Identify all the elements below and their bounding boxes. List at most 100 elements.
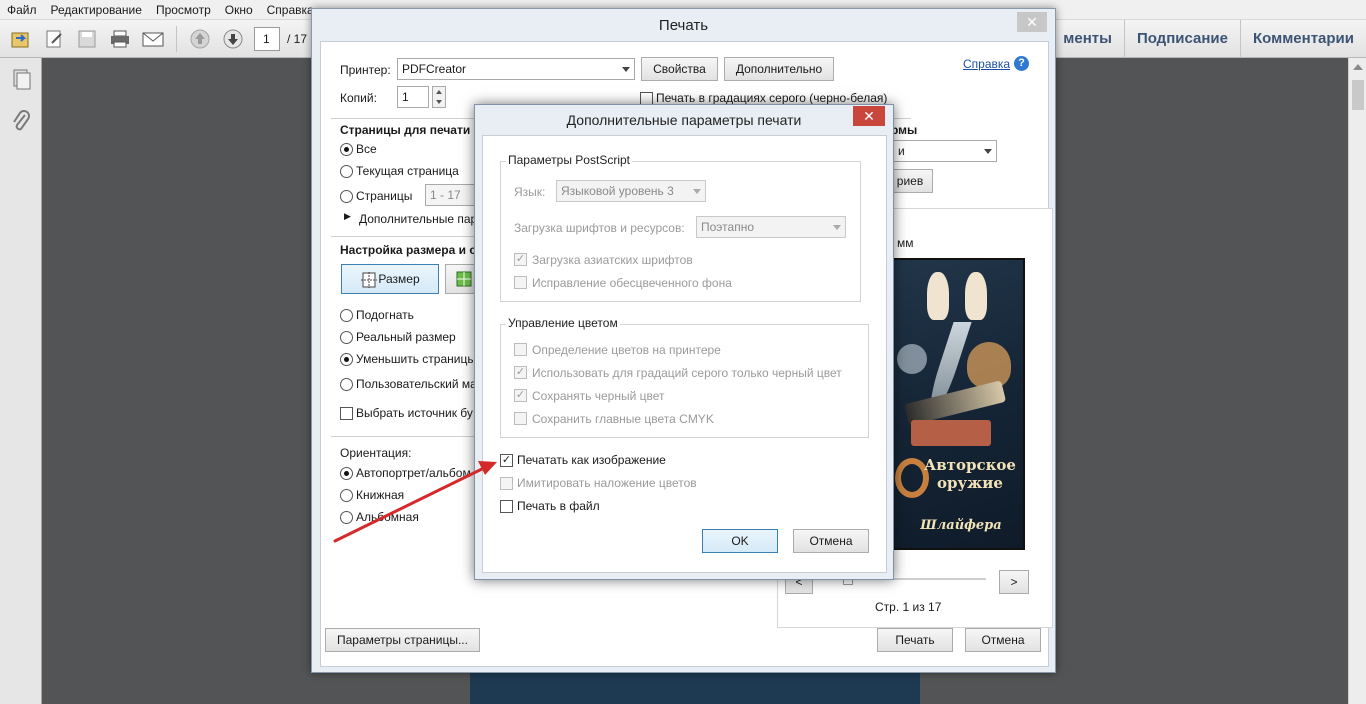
knife-decoration: [903, 380, 1007, 426]
font-download-select-value: Поэтапно: [701, 220, 754, 234]
more-options-label[interactable]: Дополнительные пар: [359, 212, 477, 226]
orientation-portrait-label: Книжная: [356, 488, 405, 502]
print-as-image-checkbox[interactable]: ✓: [500, 454, 513, 467]
edit-icon[interactable]: [42, 27, 68, 51]
pages-range-radio[interactable]: [340, 190, 353, 203]
preview-next-button[interactable]: >: [999, 570, 1029, 594]
pages-all-radio[interactable]: [340, 143, 353, 156]
menu-edit[interactable]: Редактирование: [44, 0, 149, 19]
custom-scale-label: Пользовательский ма: [356, 377, 477, 391]
print-to-file-checkbox[interactable]: [500, 500, 513, 513]
mm-label: мм: [897, 236, 914, 250]
base-decoration: [911, 420, 991, 446]
orientation-label: Ориентация:: [340, 446, 412, 460]
figure-decoration: [927, 272, 949, 320]
copies-input[interactable]: 1: [397, 86, 429, 108]
pages-range-label: Страницы: [356, 189, 413, 203]
bg-fix-checkbox[interactable]: [514, 276, 527, 289]
chevron-down-icon: [622, 67, 630, 72]
toolbar-separator: [176, 26, 177, 52]
postscript-group-title: Параметры PostScript: [506, 153, 632, 167]
navigation-panel: [0, 58, 42, 704]
print-to-file-label: Печать в файл: [517, 499, 600, 513]
size-section-title: Настройка размера и об: [340, 243, 485, 257]
vertical-scrollbar[interactable]: [1348, 58, 1366, 704]
menu-file[interactable]: Файл: [0, 0, 44, 19]
keep-cmyk-checkbox[interactable]: [514, 412, 527, 425]
open-file-icon[interactable]: [8, 27, 34, 51]
copies-spinner[interactable]: [432, 86, 446, 108]
attachment-paperclip-icon[interactable]: [10, 110, 32, 132]
printer-color-label: Определение цветов на принтере: [532, 343, 721, 357]
advanced-print-dialog: Дополнительные параметры печати ✕ Параме…: [474, 104, 894, 580]
page-setup-button[interactable]: Параметры страницы...: [325, 628, 480, 652]
pages-current-radio[interactable]: [340, 165, 353, 178]
font-download-select[interactable]: Поэтапно: [696, 216, 846, 238]
shrink-pages-label: Уменьшить страницы: [356, 352, 476, 366]
orientation-portrait-radio[interactable]: [340, 489, 353, 502]
printer-color-checkbox[interactable]: [514, 343, 527, 356]
forms-select[interactable]: и: [881, 140, 997, 162]
page-number-input[interactable]: 1: [254, 27, 280, 51]
advanced-dialog-body: Параметры PostScript Язык: Языковой уров…: [482, 135, 887, 573]
scroll-up-icon[interactable]: [1353, 64, 1363, 70]
cover-author: Шлайфера: [920, 518, 1002, 533]
size-button[interactable]: Размер: [341, 264, 439, 294]
grayscale-label: Печать в градациях серого (черно-белая): [656, 91, 888, 105]
tab-tools[interactable]: менты: [1050, 20, 1124, 58]
cover-title: Авторское оружие: [924, 456, 1016, 492]
paper-source-checkbox[interactable]: [340, 407, 353, 420]
print-as-image-label: Печатать как изображение: [517, 453, 666, 467]
scrollbar-thumb[interactable]: [1352, 80, 1364, 110]
advanced-button[interactable]: Дополнительно: [724, 57, 834, 81]
font-download-label: Загрузка шрифтов и ресурсов:: [514, 221, 685, 235]
email-icon[interactable]: [140, 27, 166, 51]
advanced-ok-button[interactable]: OK: [702, 529, 778, 553]
print-cancel-button[interactable]: Отмена: [965, 628, 1041, 652]
menu-window[interactable]: Окно: [218, 0, 260, 19]
menu-view[interactable]: Просмотр: [149, 0, 218, 19]
print-button[interactable]: Печать: [877, 628, 953, 652]
print-dialog-title: Печать: [658, 17, 709, 34]
actual-size-radio[interactable]: [340, 331, 353, 344]
save-icon[interactable]: [74, 27, 100, 51]
page-total: / 17: [287, 32, 308, 46]
advanced-cancel-button[interactable]: Отмена: [793, 529, 869, 553]
divider: [331, 236, 491, 237]
pages-thumbnail-icon[interactable]: [10, 68, 32, 90]
orientation-landscape-label: Альбомная: [356, 510, 419, 524]
language-select[interactable]: Языковой уровень 3: [556, 180, 706, 202]
properties-button[interactable]: Свойства: [641, 57, 718, 81]
print-icon[interactable]: [107, 27, 133, 51]
asian-fonts-checkbox[interactable]: ✓: [514, 253, 527, 266]
keep-black-checkbox[interactable]: ✓: [514, 389, 527, 402]
paper-source-label: Выбрать источник бу: [356, 406, 473, 420]
language-select-value: Языковой уровень 3: [561, 184, 674, 198]
advanced-dialog-close-button[interactable]: ✕: [853, 106, 885, 126]
tab-sign[interactable]: Подписание: [1123, 20, 1240, 58]
shrink-pages-radio[interactable]: [340, 353, 353, 366]
orientation-auto-label: Автопортрет/альбом: [356, 466, 471, 480]
previous-page-icon[interactable]: [187, 27, 213, 51]
simulate-overprint-label: Имитировать наложение цветов: [517, 476, 697, 490]
orientation-landscape-radio[interactable]: [340, 511, 353, 524]
tab-comments[interactable]: Комментарии: [1239, 20, 1366, 58]
fit-radio[interactable]: [340, 309, 353, 322]
bg-fix-label: Исправление обесцвеченного фона: [532, 276, 732, 290]
print-dialog-close-button[interactable]: ✕: [1017, 12, 1047, 32]
black-for-gray-checkbox[interactable]: ✓: [514, 366, 527, 379]
poster-grid-icon: [456, 271, 472, 287]
next-page-icon[interactable]: [220, 27, 246, 51]
help-link[interactable]: Справка: [963, 57, 1010, 71]
orientation-auto-radio[interactable]: [340, 467, 353, 480]
keep-black-label: Сохранять черный цвет: [532, 389, 665, 403]
document-page: [470, 672, 920, 704]
printer-select[interactable]: PDFCreator: [397, 58, 635, 80]
simulate-overprint-checkbox[interactable]: [500, 477, 513, 490]
help-question-icon[interactable]: ?: [1014, 56, 1029, 71]
custom-scale-radio[interactable]: [340, 378, 353, 391]
language-label: Язык:: [514, 185, 546, 199]
expand-triangle-icon[interactable]: ▶: [344, 211, 351, 222]
black-for-gray-label: Использовать для градаций серого только …: [532, 366, 842, 380]
color-group-title: Управление цветом: [506, 316, 620, 330]
